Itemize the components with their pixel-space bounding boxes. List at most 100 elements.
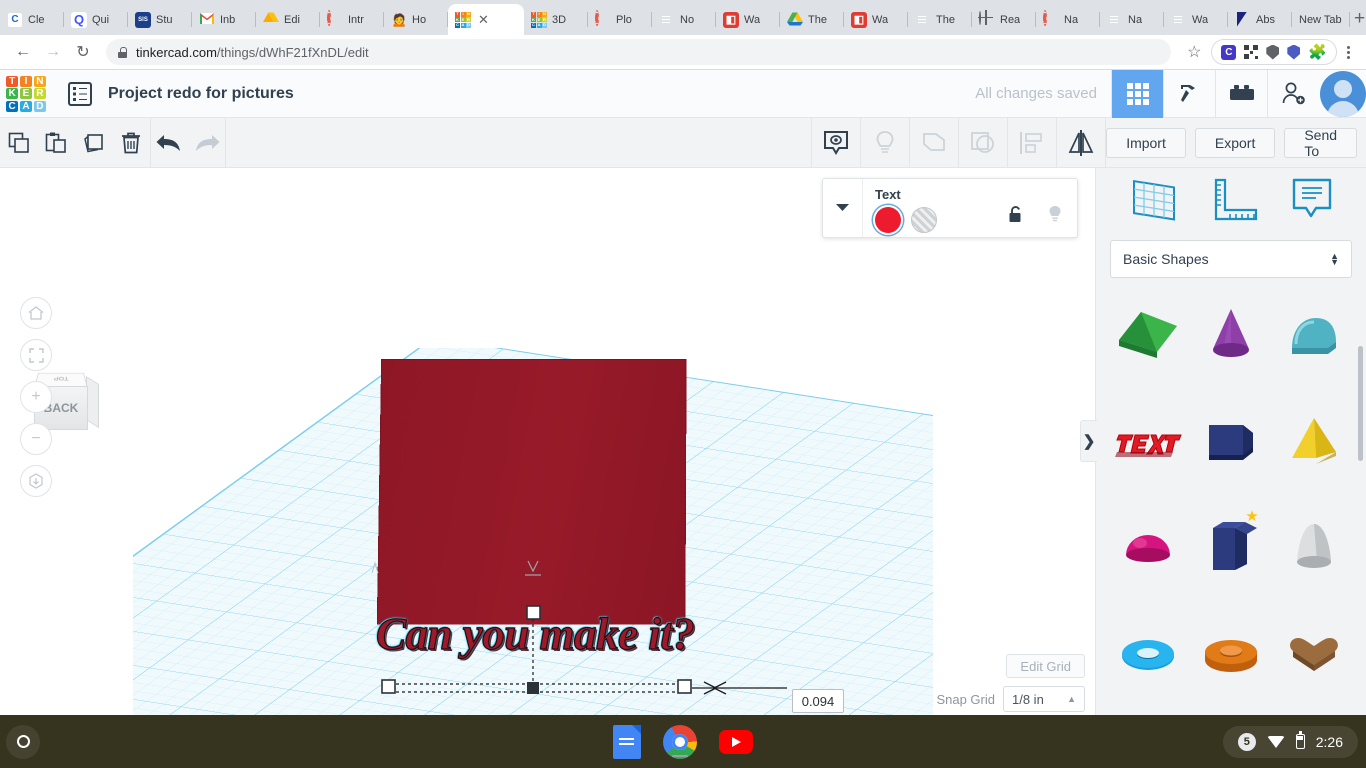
reload-icon[interactable]: ↻ xyxy=(68,37,98,67)
roof-wedge-shape[interactable] xyxy=(1106,292,1189,376)
browser-tab[interactable]: Abs xyxy=(1228,4,1292,35)
paste-button[interactable] xyxy=(37,118,74,168)
snap-grid-select[interactable]: 1/8 in ▲ xyxy=(1003,686,1085,712)
browser-tab[interactable]: Na xyxy=(1100,4,1164,35)
lego-brick-button[interactable] xyxy=(1215,69,1267,118)
align-button[interactable] xyxy=(1008,118,1056,168)
cone-shape[interactable] xyxy=(1189,292,1272,376)
half-sphere-shape[interactable] xyxy=(1106,505,1189,589)
browser-tab[interactable]: SIS Stu xyxy=(128,4,192,35)
send-to-button[interactable]: Send To xyxy=(1284,127,1358,159)
edit-grid-button[interactable]: Edit Grid xyxy=(1006,654,1085,678)
export-button[interactable]: Export xyxy=(1194,127,1276,158)
ortho-perspective-button[interactable] xyxy=(20,465,52,497)
browser-tab[interactable]: Q Qui xyxy=(64,4,128,35)
tube-shape[interactable] xyxy=(1189,612,1272,696)
browser-tab[interactable]: The xyxy=(780,4,844,35)
browser-tab[interactable]: Rea xyxy=(972,4,1036,35)
tab-label: 3D xyxy=(552,13,567,26)
browser-tab[interactable]: TIN KER CAD 3D xyxy=(524,4,588,35)
dimension-value[interactable]: 0.094 xyxy=(792,689,844,713)
browser-tab[interactable]: The xyxy=(908,4,972,35)
browser-tab[interactable]: No xyxy=(652,4,716,35)
minecraft-pickaxe-button[interactable] xyxy=(1163,69,1215,118)
browser-tab[interactable]: Plo xyxy=(588,4,652,35)
ungroup-button[interactable] xyxy=(959,118,1007,168)
collapse-properties-button[interactable] xyxy=(823,179,863,237)
copy-button[interactable] xyxy=(0,118,37,168)
shield-blue-icon[interactable] xyxy=(1287,44,1301,60)
fit-view-button[interactable] xyxy=(20,339,52,371)
redo-button[interactable] xyxy=(188,118,225,168)
grid-view-button[interactable] xyxy=(1111,69,1163,118)
puzzle-icon[interactable]: 🧩 xyxy=(1308,43,1327,61)
home-view-button[interactable] xyxy=(20,297,52,329)
solid-color-swatch[interactable] xyxy=(875,207,901,233)
qr-code-icon[interactable] xyxy=(1244,45,1259,59)
hole-swatch[interactable] xyxy=(911,207,937,233)
browser-tab[interactable]: C Cle xyxy=(0,4,64,35)
delete-button[interactable] xyxy=(112,118,149,168)
browser-tab[interactable]: Inb xyxy=(192,4,256,35)
browser-tab-active[interactable]: TIN KER CAD ✕ xyxy=(448,4,524,35)
workplane-icon[interactable] xyxy=(1127,176,1181,224)
pyramid-shape[interactable] xyxy=(1273,399,1356,483)
half-cylinder-shape[interactable] xyxy=(1273,292,1356,376)
notification-count-badge[interactable]: 5 xyxy=(1237,732,1256,751)
clever-icon[interactable]: C xyxy=(1221,44,1237,60)
forward-icon[interactable]: → xyxy=(38,37,68,67)
browser-tab[interactable]: Edi xyxy=(256,4,320,35)
heart-shape[interactable] xyxy=(1273,612,1356,696)
avatar[interactable] xyxy=(1320,70,1366,117)
lightbulb-icon[interactable] xyxy=(1047,205,1063,224)
ruler-icon[interactable] xyxy=(1210,176,1260,224)
shield-grey-icon[interactable] xyxy=(1266,44,1280,60)
duplicate-button[interactable] xyxy=(75,118,112,168)
unlock-icon[interactable] xyxy=(1008,205,1025,224)
browser-tab[interactable]: ◧ Wa xyxy=(716,4,780,35)
chrome-app[interactable] xyxy=(663,724,697,759)
invite-person-button[interactable] xyxy=(1267,69,1319,118)
mirror-button[interactable] xyxy=(1057,118,1105,168)
browser-tab[interactable]: Na xyxy=(1036,4,1100,35)
light-button[interactable] xyxy=(861,118,909,168)
panel-scrollbar[interactable] xyxy=(1358,346,1363,461)
zoom-out-button[interactable]: − xyxy=(20,423,52,455)
selection-overlay[interactable] xyxy=(370,600,830,710)
paraboloid-shape[interactable] xyxy=(1273,505,1356,589)
browser-tab[interactable]: Intr xyxy=(320,4,384,35)
browser-tab[interactable]: New Tab xyxy=(1292,4,1350,35)
bookmark-star-icon[interactable]: ☆ xyxy=(1179,37,1209,67)
torus-shape[interactable] xyxy=(1106,612,1189,696)
new-tab-button[interactable]: + xyxy=(1354,5,1365,33)
battery-icon[interactable] xyxy=(1295,731,1305,749)
3d-canvas[interactable]: Can you make it? 0.094 TOP BACK + − Edit… xyxy=(0,168,1095,715)
tinkercad-logo-icon[interactable]: T I N K E R C A D xyxy=(6,75,46,112)
hexagon-prism-shape[interactable]: ★ xyxy=(1189,505,1272,589)
tab-close-icon[interactable]: ✕ xyxy=(478,12,489,28)
show-hide-button[interactable] xyxy=(812,118,860,168)
project-menu-icon[interactable] xyxy=(68,81,92,106)
back-icon[interactable]: ← xyxy=(8,37,38,67)
shape-collection-select[interactable]: Basic Shapes ▲ ▼ xyxy=(1110,240,1352,278)
tab-label: Wa xyxy=(744,13,761,26)
clock[interactable]: 2:26 xyxy=(1316,734,1343,750)
note-icon[interactable] xyxy=(1289,176,1335,224)
zoom-in-button[interactable]: + xyxy=(20,381,52,413)
address-bar[interactable]: tinkercad.com/things/dWhF21fXnDL/edit xyxy=(106,39,1172,65)
undo-button[interactable] xyxy=(151,118,188,168)
google-docs-app[interactable] xyxy=(613,724,641,759)
browser-tab[interactable]: ◧ Wa xyxy=(844,4,908,35)
browser-tab[interactable]: 🙍 Ho xyxy=(384,4,448,35)
youtube-app[interactable] xyxy=(719,729,753,754)
box-shape[interactable] xyxy=(1189,399,1272,483)
wifi-icon[interactable] xyxy=(1266,735,1285,748)
launcher-button[interactable] xyxy=(6,724,40,759)
kebab-menu-icon[interactable] xyxy=(1339,45,1358,59)
group-button[interactable] xyxy=(910,118,958,168)
system-tray[interactable]: 5 2:26 xyxy=(1222,725,1358,758)
browser-tab[interactable]: Wa xyxy=(1164,4,1228,35)
text-shape[interactable] xyxy=(1106,399,1189,483)
import-button[interactable]: Import xyxy=(1106,127,1186,158)
collapse-panel-button[interactable]: ❯ xyxy=(1080,420,1097,462)
